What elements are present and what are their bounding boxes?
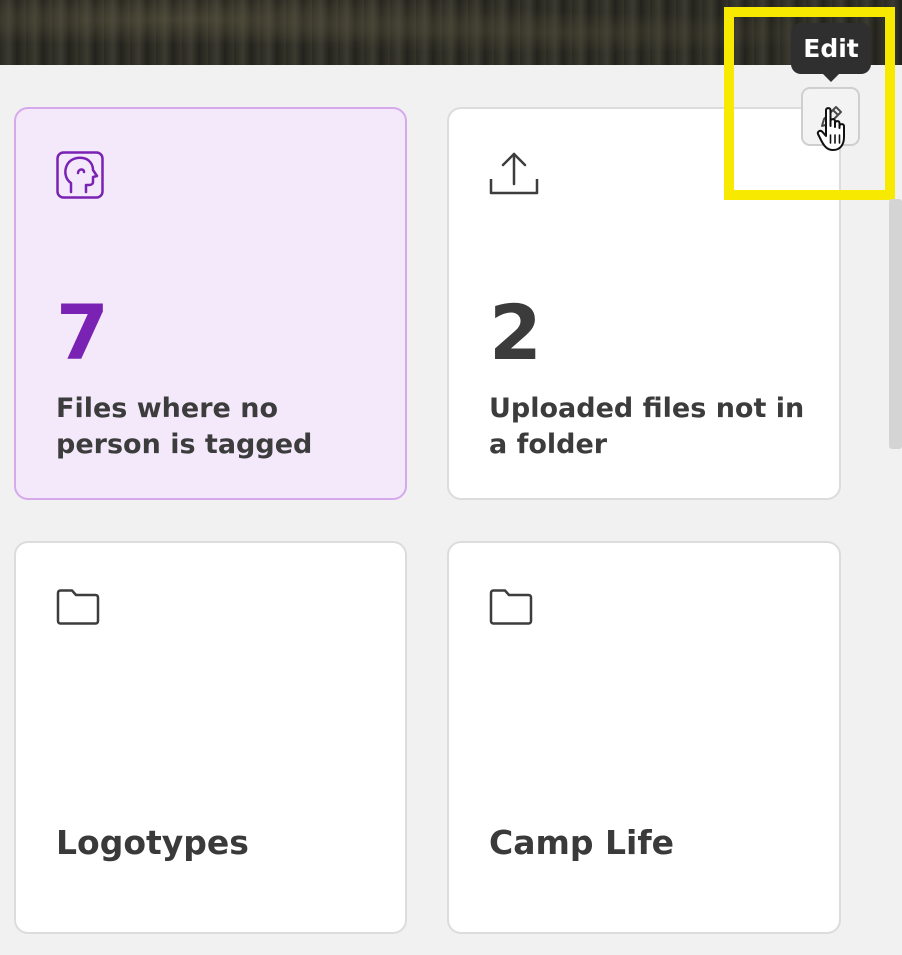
unfiled-uploads-count: 2: [489, 288, 542, 377]
page: 7 Files where no person is tagged 2 Uplo…: [0, 0, 902, 955]
folder-icon: [56, 589, 100, 629]
folder-icon: [489, 589, 533, 629]
highlight-annotation-box: [724, 7, 895, 200]
folder-title: Logotypes: [56, 823, 249, 862]
unfiled-uploads-label: Uploaded files not in a folder: [489, 393, 805, 460]
untagged-files-card[interactable]: 7 Files where no person is tagged: [14, 107, 407, 500]
face-profile-icon: [56, 151, 104, 203]
folder-card-camp-life[interactable]: Camp Life: [447, 541, 841, 934]
untagged-files-label: Files where no person is tagged: [56, 393, 313, 460]
folder-title: Camp Life: [489, 823, 675, 862]
untagged-files-count: 7: [56, 288, 109, 377]
upload-icon: [489, 151, 539, 201]
scrollbar-thumb[interactable]: [889, 199, 902, 449]
folder-card-logotypes[interactable]: Logotypes: [14, 541, 407, 934]
